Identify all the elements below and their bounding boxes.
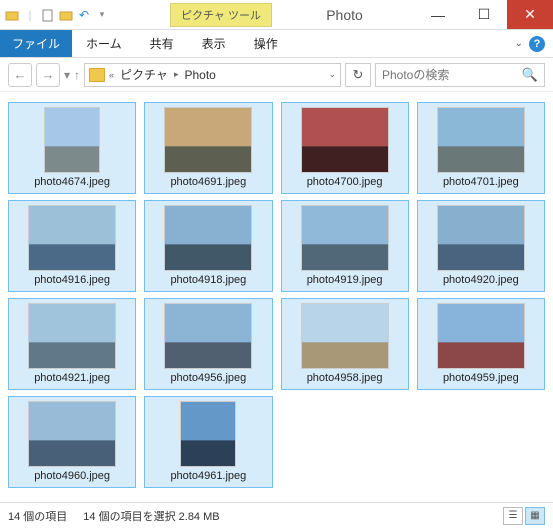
file-item[interactable]: photo4958.jpeg — [281, 298, 409, 390]
separator-icon: | — [22, 7, 38, 23]
file-item[interactable]: photo4956.jpeg — [144, 298, 272, 390]
minimize-button[interactable]: — — [415, 0, 461, 29]
titlebar: | ↶ ▾ ピクチャ ツール Photo — ☐ ✕ — [0, 0, 553, 30]
navigation-bar: ← → ▾ ↑ « ピクチャ ▸ Photo ⌄ ↻ 🔍 — [0, 58, 553, 92]
chevron-left-icon[interactable]: « — [109, 70, 114, 80]
thumbnail — [437, 303, 525, 369]
file-pane[interactable]: photo4674.jpeg photo4691.jpeg photo4700.jp… — [0, 92, 553, 502]
file-item[interactable]: photo4916.jpeg — [8, 200, 136, 292]
qa-dropdown-icon[interactable]: ▾ — [94, 7, 110, 23]
breadcrumb-segment[interactable]: ピクチャ — [118, 66, 170, 83]
file-item[interactable]: photo4691.jpeg — [144, 102, 272, 194]
file-tab[interactable]: ファイル — [0, 30, 72, 57]
file-name-label: photo4961.jpeg — [170, 470, 246, 482]
properties-icon[interactable] — [40, 7, 56, 23]
file-name-label: photo4919.jpeg — [307, 274, 383, 286]
address-bar[interactable]: « ピクチャ ▸ Photo ⌄ — [84, 63, 341, 87]
window-controls: — ☐ ✕ — [415, 0, 553, 29]
refresh-button[interactable]: ↻ — [345, 63, 371, 87]
thumbnail — [164, 205, 252, 271]
file-item[interactable]: photo4674.jpeg — [8, 102, 136, 194]
file-name-label: photo4700.jpeg — [307, 176, 383, 188]
status-bar: 14 個の項目 14 個の項目を選択 2.84 MB ☰ ▦ — [0, 502, 553, 528]
chevron-down-icon[interactable]: ⌄ — [328, 69, 336, 80]
thumbnail — [180, 401, 236, 467]
thumbnail — [301, 205, 389, 271]
selection-label: 14 個の項目を選択 2.84 MB — [83, 508, 219, 524]
window-title: Photo — [326, 7, 363, 23]
close-button[interactable]: ✕ — [507, 0, 553, 29]
recent-locations-icon[interactable]: ▾ — [64, 68, 70, 82]
thumbnail — [44, 107, 100, 173]
ribbon-tab-share[interactable]: 共有 — [136, 30, 188, 57]
file-name-label: photo4960.jpeg — [34, 470, 110, 482]
file-name-label: photo4674.jpeg — [34, 176, 110, 188]
ribbon-tab-manage[interactable]: 操作 — [240, 30, 292, 57]
thumbnail — [301, 303, 389, 369]
search-box[interactable]: 🔍 — [375, 63, 545, 87]
thumbnail — [164, 303, 252, 369]
thumbnail — [28, 303, 116, 369]
back-button[interactable]: ← — [8, 63, 32, 87]
file-name-label: photo4921.jpeg — [34, 372, 110, 384]
breadcrumb-segment[interactable]: Photo — [182, 68, 217, 82]
new-folder-icon[interactable] — [58, 7, 74, 23]
folder-icon — [89, 68, 105, 82]
maximize-button[interactable]: ☐ — [461, 0, 507, 29]
file-item[interactable]: photo4960.jpeg — [8, 396, 136, 488]
folder-icon — [4, 7, 20, 23]
ribbon: ファイル ホーム 共有 表示 操作 ⌄ ? — [0, 30, 553, 58]
collapse-ribbon-icon[interactable]: ⌄ — [515, 38, 523, 49]
file-name-label: photo4916.jpeg — [34, 274, 110, 286]
file-name-label: photo4959.jpeg — [443, 372, 519, 384]
file-name-label: photo4958.jpeg — [307, 372, 383, 384]
file-item[interactable]: photo4921.jpeg — [8, 298, 136, 390]
help-icon[interactable]: ? — [529, 36, 545, 52]
file-item[interactable]: photo4961.jpeg — [144, 396, 272, 488]
view-toggle: ☰ ▦ — [503, 507, 545, 525]
icons-view-button[interactable]: ▦ — [525, 507, 545, 525]
search-input[interactable] — [382, 68, 512, 82]
file-item[interactable]: photo4959.jpeg — [417, 298, 545, 390]
item-count-label: 14 個の項目 — [8, 508, 67, 524]
ribbon-tab-home[interactable]: ホーム — [72, 30, 136, 57]
file-item[interactable]: photo4701.jpeg — [417, 102, 545, 194]
file-name-label: photo4956.jpeg — [170, 372, 246, 384]
quick-access-toolbar: | ↶ ▾ — [0, 0, 114, 29]
up-button[interactable]: ↑ — [74, 68, 80, 82]
thumbnail — [437, 107, 525, 173]
chevron-right-icon[interactable]: ▸ — [174, 69, 179, 80]
thumbnail — [437, 205, 525, 271]
search-icon[interactable]: 🔍 — [522, 67, 538, 83]
picture-tools-tab[interactable]: ピクチャ ツール — [170, 3, 272, 27]
thumbnail — [301, 107, 389, 173]
file-name-label: photo4701.jpeg — [443, 176, 519, 188]
file-item[interactable]: photo4920.jpeg — [417, 200, 545, 292]
ribbon-tab-view[interactable]: 表示 — [188, 30, 240, 57]
file-name-label: photo4920.jpeg — [443, 274, 519, 286]
file-name-label: photo4918.jpeg — [170, 274, 246, 286]
details-view-button[interactable]: ☰ — [503, 507, 523, 525]
thumbnail — [164, 107, 252, 173]
file-item[interactable]: photo4918.jpeg — [144, 200, 272, 292]
undo-icon[interactable]: ↶ — [76, 7, 92, 23]
file-name-label: photo4691.jpeg — [170, 176, 246, 188]
file-item[interactable]: photo4919.jpeg — [281, 200, 409, 292]
thumbnail — [28, 205, 116, 271]
file-item[interactable]: photo4700.jpeg — [281, 102, 409, 194]
forward-button[interactable]: → — [36, 63, 60, 87]
thumbnail — [28, 401, 116, 467]
